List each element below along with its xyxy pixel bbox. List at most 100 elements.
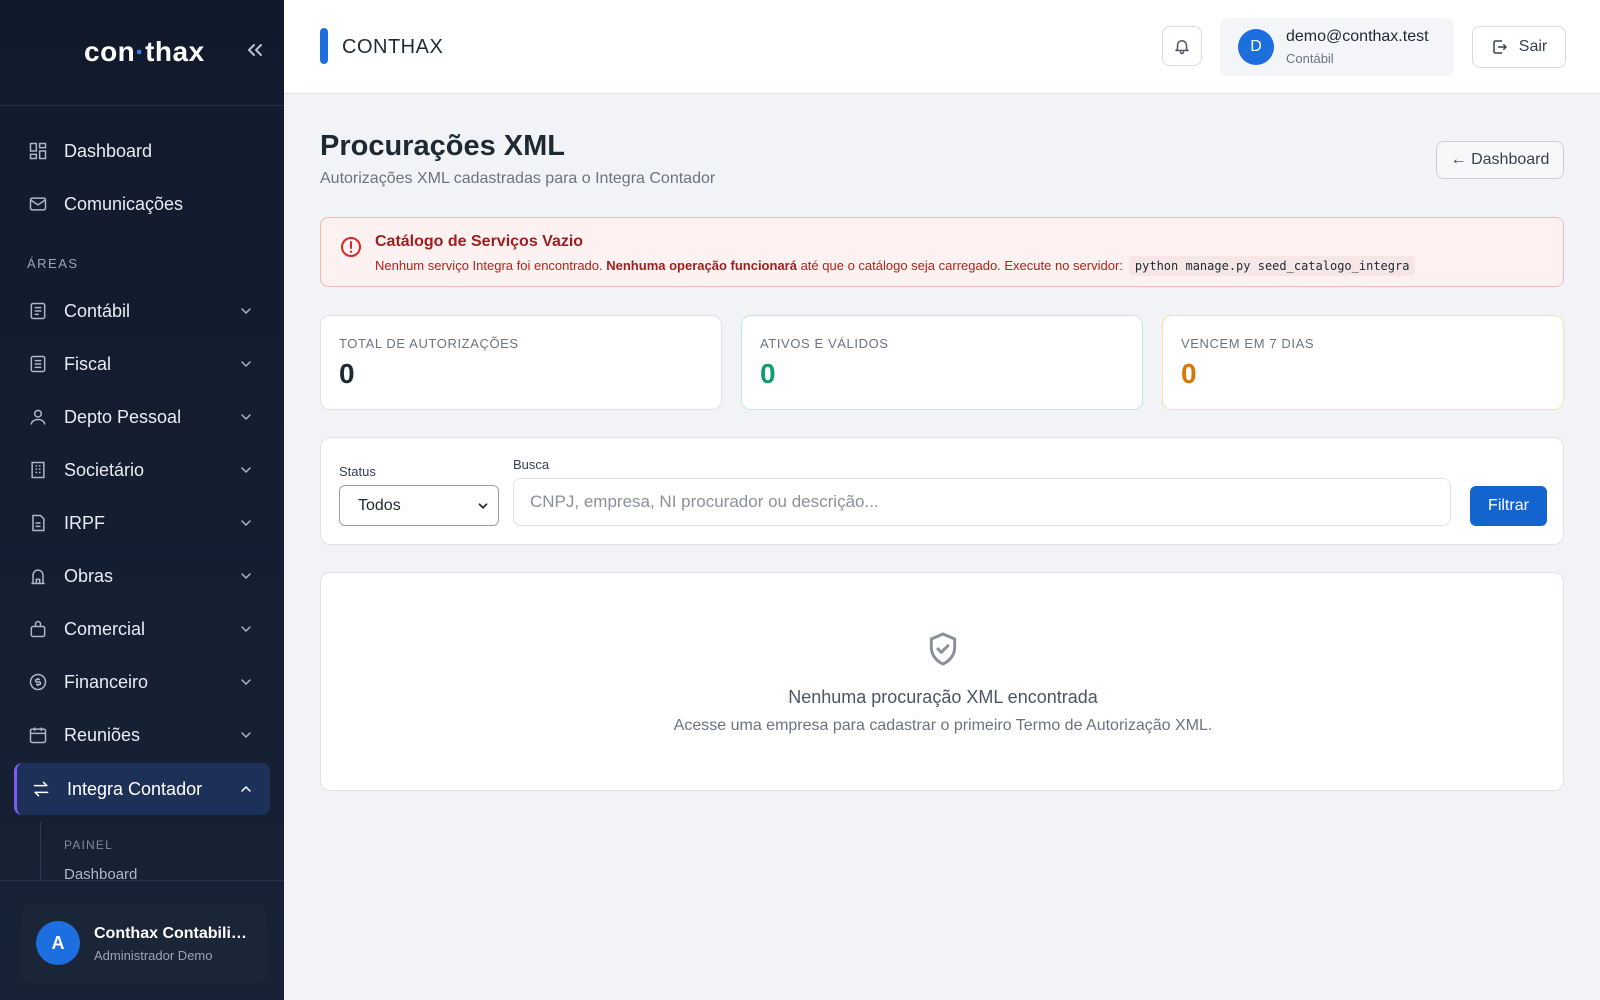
title-accent-bar (320, 28, 328, 64)
stat-label: TOTAL DE AUTORIZAÇÕES (339, 336, 519, 351)
logo-dot: · (135, 36, 146, 67)
logo-text-left: con (84, 36, 136, 67)
chevron-down-icon (241, 732, 251, 739)
bell-icon (1175, 40, 1189, 55)
sidebar-item-label: Reuniões (64, 724, 141, 745)
logo-text-right: thax (145, 36, 205, 67)
user-card[interactable]: A Conthax Contabilidade Administrador De… (22, 903, 266, 983)
account-email: demo@conthax.test (1286, 28, 1429, 45)
alert-text: Nenhum serviço Integra foi encontrado. N… (375, 256, 1416, 276)
status-select-value: Todos (358, 496, 401, 514)
logout-button[interactable]: Sair (1472, 26, 1566, 68)
stat-value: 0 (760, 358, 776, 389)
alert-command: python manage.py seed_catalogo_integra (1128, 256, 1416, 276)
integra-submenu: PAINEL Dashboard (40, 822, 268, 880)
stat-value: 0 (1181, 358, 1197, 389)
sidebar-item-contabil[interactable]: Contábil (14, 286, 270, 336)
person-icon (27, 406, 49, 428)
arrows-exchange-icon (30, 778, 52, 800)
coin-icon (27, 671, 49, 693)
sidebar-item-reunioes[interactable]: Reuniões (14, 710, 270, 760)
alert-text-part: até que o catálogo seja carregado. Execu… (796, 258, 1123, 273)
logout-icon (1493, 40, 1507, 54)
avatar: A (36, 921, 80, 965)
collapse-sidebar-icon[interactable] (243, 38, 267, 62)
app-title: CONTHAX (342, 36, 444, 58)
chevron-down-icon (241, 361, 251, 368)
sidebar-item-comercial[interactable]: Comercial (14, 604, 270, 654)
mail-icon (27, 193, 49, 215)
chevron-down-icon (241, 414, 251, 421)
logo[interactable]: con·thax (84, 36, 205, 68)
stat-label: VENCEM EM 7 DIAS (1181, 336, 1315, 351)
bag-icon (27, 618, 49, 640)
sidebar-item-depto-pessoal[interactable]: Depto Pessoal (14, 392, 270, 442)
section-label-areas: ÁREAS (27, 256, 79, 271)
chevron-down-icon (241, 573, 251, 580)
stat-total-autorizacoes: TOTAL DE AUTORIZAÇÕES 0 (320, 315, 722, 410)
sidebar-item-label: Integra Contador (67, 778, 203, 799)
sidebar-item-fiscal[interactable]: Fiscal (14, 339, 270, 389)
alert-catalog-empty: Catálogo de Serviços Vazio Nenhum serviç… (320, 217, 1564, 287)
sidebar-item-label: Contábil (64, 300, 131, 321)
empty-state-title: Nenhuma procuração XML encontrada (788, 687, 1098, 707)
empty-state-card: Nenhuma procuração XML encontrada Acesse… (320, 572, 1564, 791)
chevron-down-icon (241, 626, 251, 633)
account-menu[interactable]: D demo@conthax.test Contábil (1220, 18, 1454, 76)
status-filter-label: Status (339, 464, 376, 479)
sidebar-footer: A Conthax Contabilidade Administrador De… (0, 880, 284, 1000)
chevron-down-icon (241, 520, 251, 527)
sidebar-item-financeiro[interactable]: Financeiro (14, 657, 270, 707)
chevron-up-icon (241, 785, 251, 792)
empty-state-text: Acesse uma empresa para cadastrar o prim… (673, 717, 1213, 734)
page-subtitle: Autorizações XML cadastradas para o Inte… (320, 170, 716, 187)
sidebar-item-societario[interactable]: Societário (14, 445, 270, 495)
ledger-icon (27, 300, 49, 322)
alert-text-bold: Nenhuma operação funcionará (606, 258, 797, 273)
sidebar-item-label: Financeiro (64, 671, 149, 692)
alert-circle-icon (341, 237, 361, 257)
user-name: Conthax Contabilidade (94, 925, 254, 942)
logout-label: Sair (1518, 38, 1548, 55)
filter-button[interactable]: Filtrar (1470, 486, 1547, 526)
sidebar-item-obras[interactable]: Obras (14, 551, 270, 601)
search-filter-label: Busca (513, 457, 550, 472)
chevron-down-icon (241, 308, 251, 315)
filter-card: Status Todos Busca Filtrar (320, 437, 1564, 545)
sidebar-item-comunicacoes[interactable]: Comunicações (14, 179, 270, 229)
stat-value: 0 (339, 358, 355, 389)
stat-ativos-validos: ATIVOS E VÁLIDOS 0 (741, 315, 1143, 410)
notifications-button[interactable] (1162, 26, 1202, 66)
document-icon (27, 512, 49, 534)
back-to-dashboard-button[interactable]: ← Dashboard (1436, 141, 1564, 179)
sidebar-item-dashboard[interactable]: Dashboard (14, 126, 270, 176)
sidebar-item-label: Depto Pessoal (64, 406, 182, 427)
sidebar-item-label: Comercial (64, 618, 146, 639)
chevron-down-icon (478, 503, 488, 509)
stat-label: ATIVOS E VÁLIDOS (760, 336, 889, 351)
search-input[interactable] (513, 478, 1451, 526)
sidebar: con·thax Dashboard Comunicações ÁREAS Co… (0, 0, 284, 1000)
chevron-down-icon (241, 679, 251, 686)
alert-text-part: Nenhum serviço Integra foi encontrado. (375, 258, 607, 273)
submenu-section-label: PAINEL (64, 838, 113, 852)
page-title: Procurações XML (320, 130, 565, 162)
alert-title: Catálogo de Serviços Vazio (375, 233, 584, 250)
sidebar-item-irpf[interactable]: IRPF (14, 498, 270, 548)
sidebar-item-integra-contador[interactable]: Integra Contador (14, 763, 270, 815)
shield-check-icon (929, 632, 957, 666)
user-role: Administrador Demo (94, 948, 213, 963)
sidebar-item-label: Comunicações (64, 193, 184, 214)
stat-vencem-7-dias: VENCEM EM 7 DIAS 0 (1162, 315, 1564, 410)
sidebar-item-label: IRPF (64, 512, 106, 533)
dashboard-icon (27, 140, 49, 162)
sidebar-brand: con·thax (0, 0, 284, 106)
status-select[interactable]: Todos (339, 485, 499, 526)
chevron-down-icon (241, 467, 251, 474)
submenu-item-dashboard[interactable]: Dashboard (64, 866, 137, 880)
avatar: D (1238, 29, 1274, 65)
receipt-icon (27, 353, 49, 375)
sidebar-item-label: Dashboard (64, 140, 153, 161)
calendar-icon (27, 724, 49, 746)
topbar: CONTHAX D demo@conthax.test Contábil Sai… (284, 0, 1600, 94)
